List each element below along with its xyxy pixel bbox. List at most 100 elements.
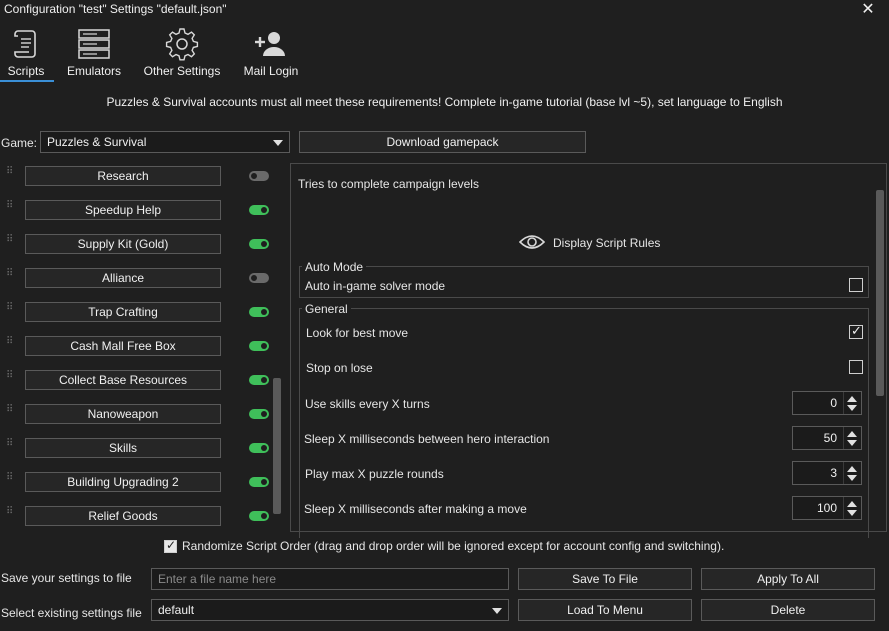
drag-handle-icon[interactable]: ⠿ [6, 405, 16, 427]
script-button-supply-kit[interactable]: Supply Kit (Gold) [25, 234, 221, 254]
file-name-input[interactable] [151, 568, 509, 590]
script-row: ⠿ Alliance [0, 265, 270, 299]
script-list: ⠿ Research ⠿ Speedup Help ⠿ Supply Kit (… [0, 163, 287, 532]
save-settings-label: Save your settings to file [1, 571, 132, 585]
max-rounds-label: Play max X puzzle rounds [305, 467, 444, 481]
script-toggle[interactable] [249, 341, 269, 351]
drag-handle-icon[interactable]: ⠿ [6, 167, 16, 189]
stop-on-lose-label: Stop on lose [306, 361, 373, 375]
move-sleep-label: Sleep X milliseconds after making a move [304, 502, 527, 516]
save-to-file-button[interactable]: Save To File [518, 568, 692, 590]
script-row: ⠿ Research [0, 163, 270, 197]
delete-button[interactable]: Delete [701, 599, 875, 621]
script-toggle[interactable] [249, 273, 269, 283]
hero-sleep-stepper[interactable]: 50 [792, 426, 862, 450]
add-user-icon [240, 26, 302, 62]
script-toggle[interactable] [249, 239, 269, 249]
use-skills-value: 0 [830, 396, 837, 410]
stop-on-lose-checkbox[interactable] [849, 360, 863, 374]
max-rounds-stepper[interactable]: 3 [792, 461, 862, 485]
auto-solver-checkbox[interactable] [849, 278, 863, 292]
drag-handle-icon[interactable]: ⠿ [6, 337, 16, 359]
tab-mail-login-label: Mail Login [243, 64, 299, 78]
script-row: ⠿ Nanoweapon [0, 401, 270, 435]
eye-icon [518, 233, 546, 254]
close-icon[interactable]: ✕ [858, 0, 878, 18]
script-list-scroll-thumb[interactable] [273, 378, 281, 514]
script-toggle[interactable] [249, 205, 269, 215]
script-button-relief-goods[interactable]: Relief Goods [25, 506, 221, 526]
script-toggle[interactable] [249, 443, 269, 453]
drag-handle-icon[interactable]: ⠿ [6, 269, 16, 291]
general-title: General [302, 302, 351, 316]
drag-handle-icon[interactable]: ⠿ [6, 473, 16, 495]
drag-handle-icon[interactable]: ⠿ [6, 371, 16, 393]
chevron-down-icon [492, 608, 502, 614]
drag-handle-icon[interactable]: ⠿ [6, 507, 16, 529]
script-row: ⠿ Speedup Help [0, 197, 270, 231]
script-button-cash-mall[interactable]: Cash Mall Free Box [25, 336, 221, 356]
script-button-nanoweapon[interactable]: Nanoweapon [25, 404, 221, 424]
script-toggle[interactable] [249, 375, 269, 385]
apply-to-all-button[interactable]: Apply To All [701, 568, 875, 590]
script-button-alliance[interactable]: Alliance [25, 268, 221, 288]
gear-icon [140, 26, 224, 62]
drag-handle-icon[interactable]: ⠿ [6, 235, 16, 257]
script-button-trap-crafting[interactable]: Trap Crafting [25, 302, 221, 322]
script-toggle[interactable] [249, 477, 269, 487]
script-toggle[interactable] [249, 409, 269, 419]
script-toggle[interactable] [249, 511, 269, 521]
select-settings-label: Select existing settings file [1, 606, 142, 620]
script-row: ⠿ Cash Mall Free Box [0, 333, 270, 367]
move-sleep-stepper[interactable]: 100 [792, 496, 862, 520]
details-scroll-thumb[interactable] [876, 190, 884, 396]
tab-mail-login[interactable]: Mail Login [240, 24, 302, 82]
script-button-skills[interactable]: Skills [25, 438, 221, 458]
max-rounds-value: 3 [830, 466, 837, 480]
script-toggle[interactable] [249, 307, 269, 317]
script-button-research[interactable]: Research [25, 166, 221, 186]
tab-scripts[interactable]: Scripts [0, 24, 52, 82]
randomize-checkbox[interactable] [164, 538, 177, 553]
script-toggle[interactable] [249, 171, 269, 181]
display-script-rules-button[interactable]: Display Script Rules [518, 233, 661, 254]
settings-file-select[interactable]: default [151, 599, 509, 621]
script-button-building-upgrading[interactable]: Building Upgrading 2 [25, 472, 221, 492]
settings-file-value: default [158, 603, 195, 617]
increment-arrow-icon[interactable] [847, 396, 857, 402]
best-move-label: Look for best move [306, 326, 409, 340]
decrement-arrow-icon[interactable] [847, 440, 857, 446]
decrement-arrow-icon[interactable] [847, 475, 857, 481]
script-row: ⠿ Building Upgrading 2 [0, 469, 270, 503]
game-select[interactable]: Puzzles & Survival [40, 131, 290, 153]
tab-other-settings[interactable]: Other Settings [140, 24, 224, 82]
decrement-arrow-icon[interactable] [847, 510, 857, 516]
increment-arrow-icon[interactable] [847, 431, 857, 437]
increment-arrow-icon[interactable] [847, 466, 857, 472]
auto-solver-label: Auto in-game solver mode [305, 279, 446, 293]
auto-mode-title: Auto Mode [302, 260, 367, 274]
randomize-row: Randomize Script Order (drag and drop or… [164, 538, 724, 553]
game-select-value: Puzzles & Survival [47, 135, 147, 149]
hero-sleep-label: Sleep X milliseconds between hero intera… [304, 432, 550, 446]
load-to-menu-button[interactable]: Load To Menu [518, 599, 692, 621]
best-move-checkbox[interactable] [849, 323, 863, 339]
tab-emulators-label: Emulators [66, 64, 122, 78]
download-gamepack-button[interactable]: Download gamepack [299, 131, 586, 153]
game-label: Game: [1, 136, 38, 150]
display-script-rules-label: Display Script Rules [553, 236, 661, 250]
script-button-collect-base-resources[interactable]: Collect Base Resources [25, 370, 221, 390]
move-sleep-value: 100 [816, 501, 837, 515]
script-button-speedup-help[interactable]: Speedup Help [25, 200, 221, 220]
window-title: Configuration "test" Settings "default.j… [4, 2, 227, 16]
drag-handle-icon[interactable]: ⠿ [6, 439, 16, 461]
increment-arrow-icon[interactable] [847, 501, 857, 507]
chevron-down-icon [273, 140, 283, 146]
tab-emulators[interactable]: Emulators [62, 24, 126, 82]
decrement-arrow-icon[interactable] [847, 405, 857, 411]
script-row: ⠿ Skills [0, 435, 270, 469]
drag-handle-icon[interactable]: ⠿ [6, 201, 16, 223]
scroll-icon [0, 26, 52, 62]
drag-handle-icon[interactable]: ⠿ [6, 303, 16, 325]
use-skills-stepper[interactable]: 0 [792, 391, 862, 415]
